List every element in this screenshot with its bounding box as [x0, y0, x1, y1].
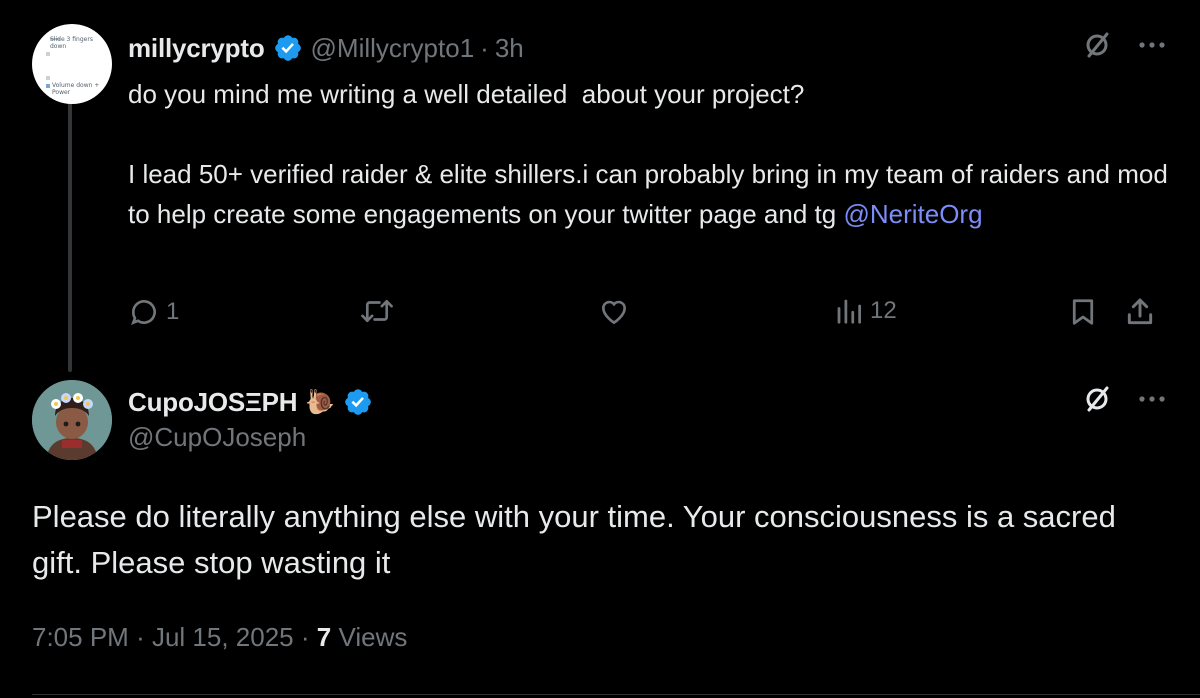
main-top-icons [1082, 384, 1166, 414]
snail-emoji: 🐌 [305, 388, 336, 416]
verified-icon [345, 389, 372, 415]
separator: · [136, 622, 145, 652]
retweet-icon [361, 299, 393, 323]
tweet-date[interactable]: Jul 15, 2025 [152, 622, 294, 653]
avatar-text: Slide 3 fingers [50, 36, 93, 43]
avatar-text: Volume down + [52, 82, 100, 89]
like-icon [601, 300, 627, 325]
reply-button[interactable]: 1 [128, 296, 179, 328]
views-icon [837, 299, 861, 324]
display-name[interactable]: millycrypto [128, 33, 265, 64]
views-count: 7 [316, 622, 332, 652]
bookmark-button[interactable] [1068, 296, 1098, 328]
avatar[interactable] [32, 380, 112, 460]
like-button[interactable] [598, 296, 636, 328]
thread-connector-line [68, 100, 72, 372]
reply-header: millycrypto @Millycrypto1 · 3h [128, 30, 524, 66]
reply-text-body: I lead 50+ verified raider & elite shill… [128, 159, 1183, 229]
reply-top-icons [1082, 30, 1166, 60]
timestamp[interactable]: 3h [495, 33, 524, 64]
separator: · [480, 32, 489, 63]
more-icon[interactable] [1138, 395, 1166, 403]
share-icon [1127, 298, 1153, 325]
reply-count: 1 [166, 298, 180, 325]
share-button[interactable] [1124, 296, 1156, 328]
mention-link[interactable]: @NeriteOrg [843, 199, 982, 229]
tweet-text: Please do literally anything else with y… [32, 499, 1116, 580]
reply-actions: 1 12 [128, 296, 1168, 336]
avatar[interactable]: Slide 3 fingers down Volume down + Power [32, 24, 112, 104]
tweet-time[interactable]: 7:05 PM [32, 622, 129, 653]
tweet-meta: 7:05 PM · Jul 15, 2025 · 7 Views [32, 622, 407, 653]
views-button[interactable]: 12 [834, 296, 897, 326]
separator: · [300, 622, 310, 652]
views-label: Views [338, 622, 408, 652]
handle[interactable]: @CupOJoseph [128, 422, 373, 453]
grok-icon[interactable] [1082, 384, 1112, 414]
reply-icon [131, 300, 156, 325]
verified-icon [274, 35, 301, 61]
main-header: CupoJOSΞPH 🐌 @CupOJoseph [128, 384, 373, 453]
divider [32, 694, 1200, 695]
handle[interactable]: @Millycrypto1 [311, 33, 475, 64]
reply-text: do you mind me writing a well detailed a… [128, 74, 1168, 234]
grok-icon[interactable] [1082, 30, 1112, 60]
retweet-button[interactable] [360, 296, 400, 326]
reply-text-line: do you mind me writing a well detailed a… [128, 79, 805, 109]
views-count: 12 [870, 297, 897, 324]
bookmark-icon [1072, 299, 1094, 325]
more-icon[interactable] [1138, 41, 1166, 49]
avatar-text: down [50, 43, 67, 50]
avatar-illustration [32, 380, 112, 460]
avatar-text: Power [52, 89, 71, 96]
display-name[interactable]: CupoJOSΞPH [128, 387, 298, 418]
